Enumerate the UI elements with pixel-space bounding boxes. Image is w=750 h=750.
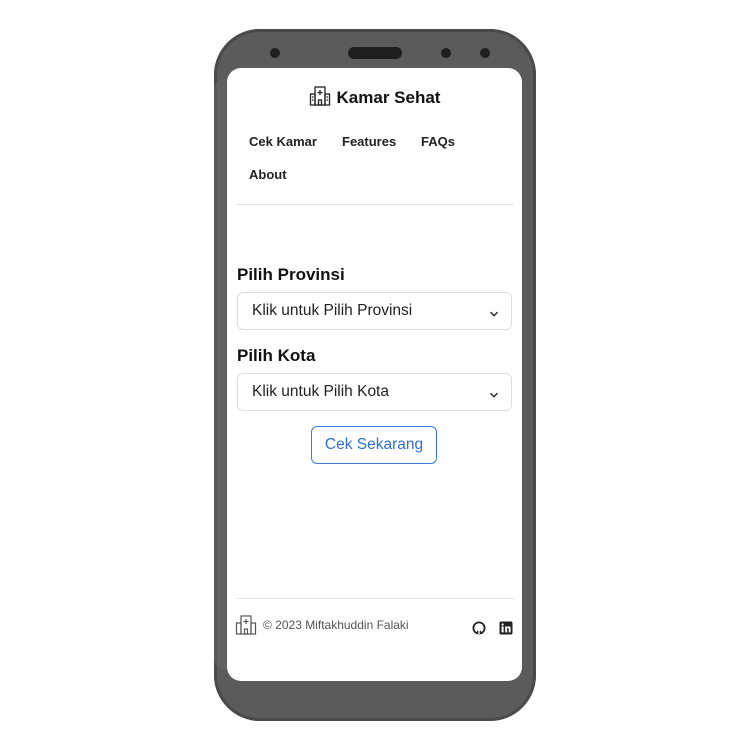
- city-select-value: Klik untuk Pilih Kota: [252, 383, 389, 400]
- province-select[interactable]: Klik untuk Pilih Provinsi: [237, 292, 512, 330]
- footer-divider: [237, 598, 514, 599]
- phone-screen: Kamar Sehat Cek Kamar Features FAQs Abou…: [227, 68, 522, 681]
- province-select-value: Klik untuk Pilih Provinsi: [252, 302, 413, 319]
- nav-item-about[interactable]: About: [249, 167, 287, 182]
- github-icon[interactable]: [472, 621, 486, 640]
- phone-front-camera: [441, 48, 451, 58]
- phone-edge: [214, 79, 226, 669]
- hospital-icon: [309, 85, 331, 112]
- phone-speaker: [348, 47, 402, 59]
- footer-copyright: © 2023 Miftakhuddin Falaki: [263, 618, 409, 632]
- phone-sensor: [270, 48, 280, 58]
- header-divider: [237, 204, 514, 205]
- linkedin-icon[interactable]: [499, 621, 513, 640]
- chevron-down-icon: [489, 387, 499, 405]
- nav-item-features[interactable]: Features: [342, 134, 396, 149]
- province-label: Pilih Provinsi: [237, 265, 345, 284]
- navbar-brand[interactable]: Kamar Sehat: [227, 85, 522, 112]
- brand-name: Kamar Sehat: [336, 88, 441, 107]
- city-label: Pilih Kota: [237, 346, 316, 365]
- nav-item-faqs[interactable]: FAQs: [421, 134, 455, 149]
- hospital-icon[interactable]: [235, 614, 257, 641]
- chevron-down-icon: [489, 306, 499, 324]
- phone-front-camera-secondary: [480, 48, 490, 58]
- cek-sekarang-button[interactable]: Cek Sekarang: [311, 426, 437, 464]
- nav-item-cek-kamar[interactable]: Cek Kamar: [249, 134, 317, 149]
- city-select[interactable]: Klik untuk Pilih Kota: [237, 373, 512, 411]
